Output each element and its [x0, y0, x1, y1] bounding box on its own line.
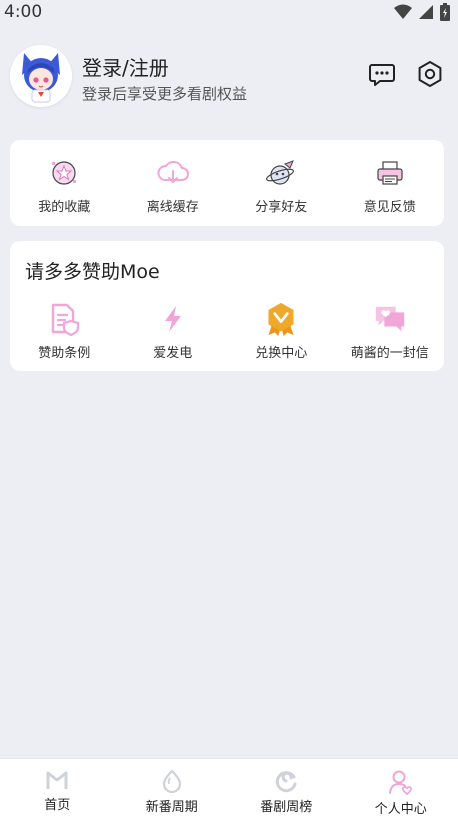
- redeem-center-label: 兑换中心: [255, 342, 307, 361]
- sponsor-terms-label: 赞助条例: [38, 342, 90, 361]
- share-friends-item[interactable]: 分享好友: [227, 156, 336, 215]
- letter-item[interactable]: 萌酱的一封信: [336, 302, 445, 361]
- tab-home-label: 首页: [44, 794, 70, 813]
- printer-feedback-icon: [373, 156, 407, 190]
- person-heart-icon: [388, 769, 414, 795]
- login-subtitle: 登录后享受更多看剧权益: [82, 83, 247, 104]
- tab-ranking-label: 番剧周榜: [260, 796, 312, 815]
- feedback-label: 意见反馈: [364, 196, 416, 215]
- share-friends-label: 分享好友: [255, 196, 307, 215]
- signal-icon: [418, 4, 434, 20]
- tab-profile[interactable]: 个人中心: [344, 759, 458, 821]
- afdian-item[interactable]: 爱发电: [119, 302, 228, 361]
- offline-cache-label: 离线缓存: [147, 196, 199, 215]
- settings-button[interactable]: [416, 60, 444, 88]
- feedback-item[interactable]: 意见反馈: [336, 156, 445, 215]
- home-m-icon: [45, 769, 69, 791]
- star-badge-icon: [47, 156, 81, 190]
- status-bar: 4:00: [0, 0, 458, 26]
- lightning-icon: [156, 302, 190, 336]
- profile-header: 登录/注册 登录后享受更多看剧权益: [0, 40, 458, 120]
- offline-cache-item[interactable]: 离线缓存: [119, 156, 228, 215]
- afdian-label: 爱发电: [153, 342, 192, 361]
- sponsor-terms-item[interactable]: 赞助条例: [10, 302, 119, 361]
- swirl-icon: [274, 769, 298, 793]
- quick-actions-card: 我的收藏 离线缓存 分享好友: [10, 140, 444, 226]
- message-icon: [368, 60, 396, 88]
- cloud-download-icon: [156, 156, 190, 190]
- gear-icon: [416, 60, 444, 88]
- sponsor-card: 请多多赞助Moe 赞助条例 爱发电: [10, 241, 444, 371]
- battery-icon: [440, 3, 450, 21]
- tab-schedule[interactable]: 新番周期: [115, 759, 230, 821]
- bottom-tab-bar: 首页 新番周期 番剧周榜 个人中心: [0, 758, 458, 821]
- favorites-item[interactable]: 我的收藏: [10, 156, 119, 215]
- medal-badge-icon: [264, 302, 298, 336]
- status-time: 4:00: [4, 2, 42, 22]
- tab-schedule-label: 新番周期: [146, 796, 198, 815]
- egg-icon: [160, 769, 184, 793]
- heart-chat-icon: [373, 302, 407, 336]
- document-shield-icon: [47, 302, 81, 336]
- tab-home[interactable]: 首页: [0, 759, 115, 821]
- redeem-center-item[interactable]: 兑换中心: [227, 302, 336, 361]
- sponsor-title: 请多多赞助Moe: [25, 257, 160, 284]
- login-title[interactable]: 登录/注册: [82, 52, 169, 81]
- status-icons: [394, 3, 450, 21]
- tab-ranking[interactable]: 番剧周榜: [229, 759, 344, 821]
- tab-profile-label: 个人中心: [375, 798, 427, 817]
- avatar[interactable]: [10, 45, 72, 107]
- letter-label: 萌酱的一封信: [351, 342, 429, 361]
- message-button[interactable]: [368, 60, 396, 88]
- favorites-label: 我的收藏: [38, 196, 90, 215]
- wifi-icon: [394, 4, 412, 20]
- planet-share-icon: [264, 156, 298, 190]
